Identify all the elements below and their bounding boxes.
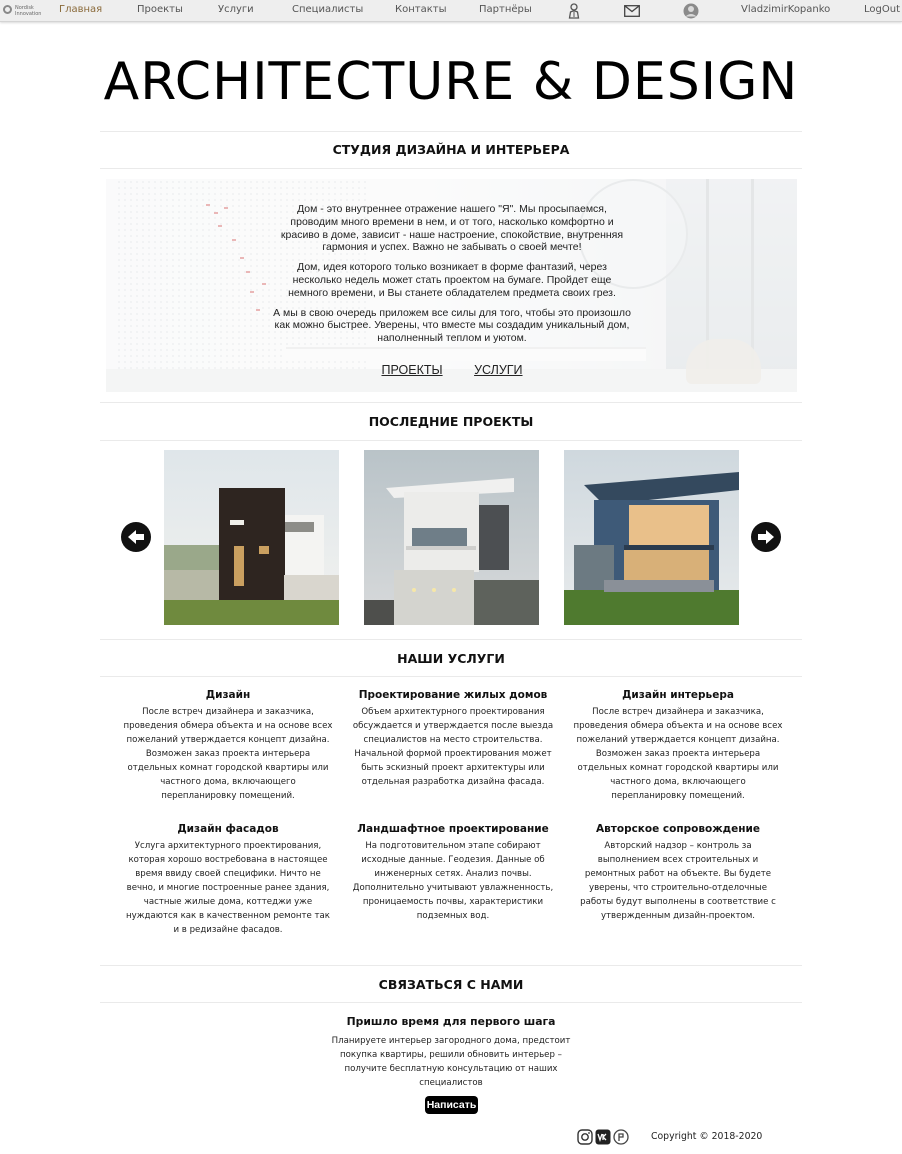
project-card[interactable] [164, 450, 339, 625]
mail-icon[interactable] [624, 2, 640, 19]
service-card: Проектирование жилых домов Объем архитек… [348, 688, 558, 789]
service-title: Дизайн фасадов [177, 823, 279, 835]
studio-paragraph: Дом - это внутреннее отражение нашего "Я… [280, 203, 624, 254]
nav-item-partners[interactable]: Партнёры [479, 4, 532, 16]
studio-paragraph: Дом, идея которого только возникает в фо… [288, 261, 616, 299]
service-card: Дизайн фасадов Услуга архитектурного про… [123, 822, 333, 937]
service-text: Услуга архитектурного проектирования, ко… [126, 841, 330, 935]
top-navbar: Nordisk Innovation Главная Проекты Услуг… [0, 0, 902, 22]
carousel-prev-button[interactable] [121, 522, 151, 552]
nav-item-specialists[interactable]: Специалисты [292, 4, 363, 16]
service-card: Дизайн интерьера После встреч дизайнера … [573, 688, 783, 803]
carousel-next-button[interactable] [751, 522, 781, 552]
site-title: ARCHITECTURE & DESIGN [103, 52, 799, 112]
arrow-right-icon [758, 530, 774, 544]
vk-icon[interactable] [595, 1129, 611, 1145]
studio-paragraph: А мы в свою очередь приложем все силы дл… [273, 306, 631, 345]
services-link[interactable]: УСЛУГИ [474, 363, 522, 377]
nav-item-services[interactable]: Услуги [218, 4, 254, 16]
studio-banner: Дом - это внутреннее отражение нашего "Я… [106, 179, 797, 392]
projects-heading: ПОСЛЕДНИЕ ПРОЕКТЫ [100, 402, 802, 441]
site-logo[interactable]: Nordisk Innovation [3, 3, 47, 19]
service-text: На подготовительном этапе собирают исход… [352, 841, 554, 921]
project-image [164, 450, 339, 625]
service-text: После встреч дизайнера и заказчика, пров… [123, 707, 333, 801]
service-text: После встреч дизайнера и заказчика, пров… [573, 707, 783, 801]
contact-heading: СВЯЗАТЬСЯ С НАМИ [100, 965, 802, 1003]
services-heading: НАШИ УСЛУГИ [100, 639, 802, 677]
project-image [564, 450, 739, 625]
copyright: Copyright © 2018-2020 [651, 1131, 763, 1142]
project-card[interactable] [364, 450, 539, 625]
service-title: Дизайн [205, 689, 251, 701]
service-card: Авторское сопровождение Авторский надзор… [573, 822, 783, 923]
service-card: Ландшафтное проектирование На подготовит… [348, 822, 558, 923]
projects-link[interactable]: ПРОЕКТЫ [381, 363, 442, 377]
contact-text: Планируете интерьер загородного дома, пр… [331, 1036, 571, 1088]
logo-mark-icon [3, 5, 12, 14]
studio-text: Дом - это внутреннее отражение нашего "Я… [272, 203, 632, 352]
username-link[interactable]: VladzimirKopanko [741, 4, 830, 16]
nav-item-projects[interactable]: Проекты [137, 4, 183, 16]
nav-item-home[interactable]: Главная [59, 4, 102, 16]
write-button[interactable]: Написать [425, 1096, 478, 1114]
project-image [364, 450, 539, 625]
service-title: Авторское сопровождение [596, 823, 760, 835]
service-text: Объем архитектурного проектирования обсу… [352, 707, 554, 787]
project-card[interactable] [564, 450, 739, 625]
service-title: Дизайн интерьера [622, 689, 734, 701]
avatar[interactable] [683, 2, 699, 19]
arrow-left-icon [128, 530, 144, 544]
service-title: Проектирование жилых домов [358, 689, 548, 701]
service-card: Дизайн После встреч дизайнера и заказчик… [123, 688, 333, 803]
studio-links: ПРОЕКТЫ УСЛУГИ [272, 363, 632, 377]
service-title: Ландшафтное проектирование [357, 823, 549, 835]
social-icon[interactable] [613, 1129, 629, 1145]
admin-icon[interactable] [567, 2, 581, 19]
service-text: Авторский надзор – контроль за выполнени… [580, 841, 776, 921]
contact-title: Пришло время для первого шага [346, 1015, 556, 1028]
logout-link[interactable]: LogOut [864, 4, 900, 16]
instagram-icon[interactable] [577, 1129, 593, 1145]
nav-item-contacts[interactable]: Контакты [395, 4, 446, 16]
studio-heading: СТУДИЯ ДИЗАЙНА И ИНТЕРЬЕРА [100, 131, 802, 169]
logo-text-line2: Innovation [15, 11, 42, 17]
